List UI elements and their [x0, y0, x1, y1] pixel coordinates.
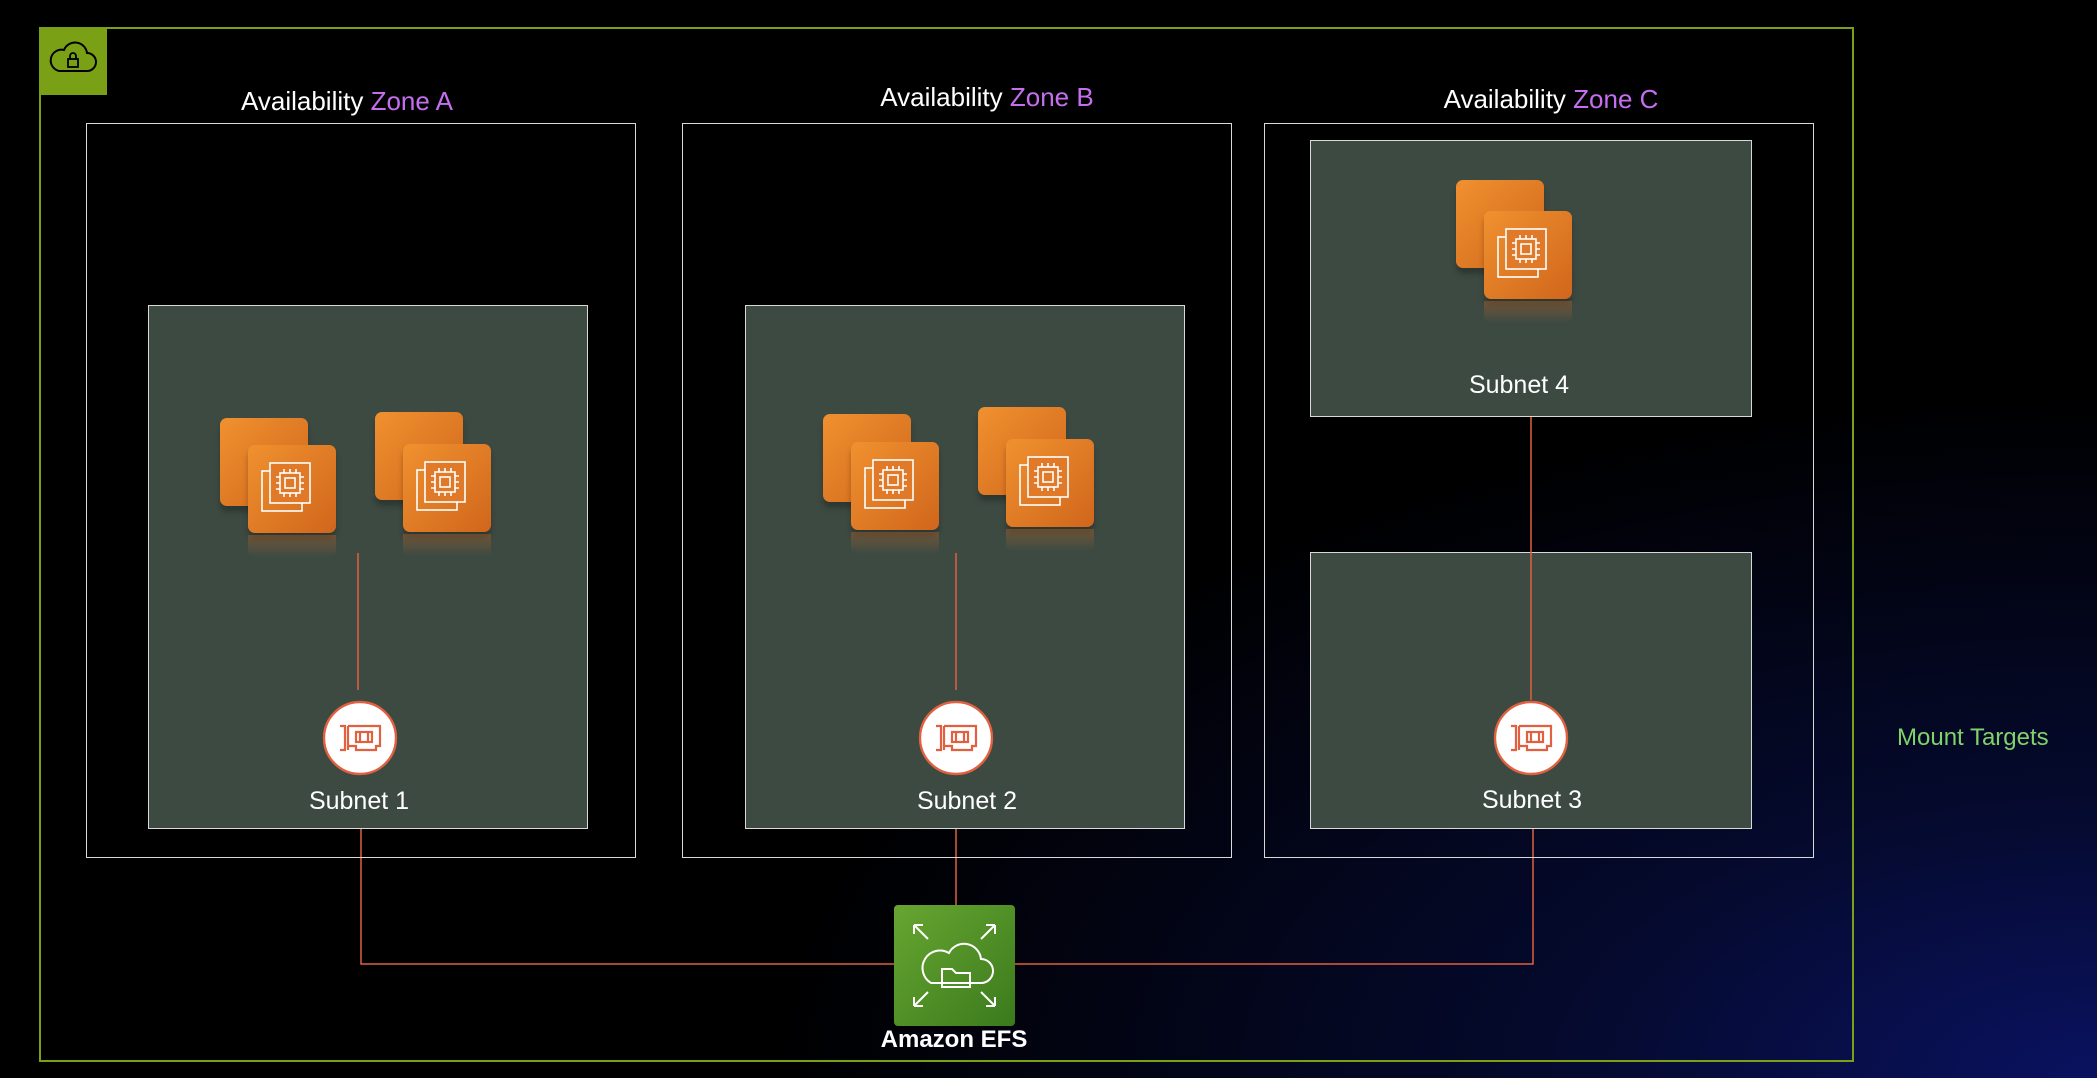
amazon-efs-icon — [894, 905, 1015, 1026]
ec2-group — [823, 414, 943, 554]
ec2-reflection — [403, 534, 491, 556]
subnet-4-label: Subnet 4 — [1468, 371, 1570, 399]
network-interface-icon — [1493, 700, 1569, 776]
ec2-instances-icon — [1484, 211, 1572, 299]
ec2-reflection — [1006, 529, 1094, 551]
subnet-2-label: Subnet 2 — [916, 787, 1018, 815]
mount-targets-label: Mount Targets — [1897, 724, 2049, 751]
efs-label: Amazon EFS — [880, 1026, 1028, 1053]
ec2-reflection — [851, 532, 939, 554]
ec2-group — [220, 418, 340, 558]
ec2-reflection — [248, 535, 336, 557]
subnet-1-label: Subnet 1 — [308, 787, 410, 815]
ec2-reflection — [1484, 301, 1572, 323]
ec2-instances-icon — [248, 445, 336, 533]
subnet-3-label: Subnet 3 — [1481, 786, 1583, 814]
ec2-group — [1456, 180, 1576, 323]
network-interface-icon — [322, 700, 398, 776]
network-interface-icon — [918, 700, 994, 776]
ec2-instances-icon — [1006, 439, 1094, 527]
ec2-group — [375, 412, 495, 556]
ec2-instances-icon — [851, 442, 939, 530]
ec2-group — [978, 407, 1098, 551]
ec2-instances-icon — [403, 444, 491, 532]
